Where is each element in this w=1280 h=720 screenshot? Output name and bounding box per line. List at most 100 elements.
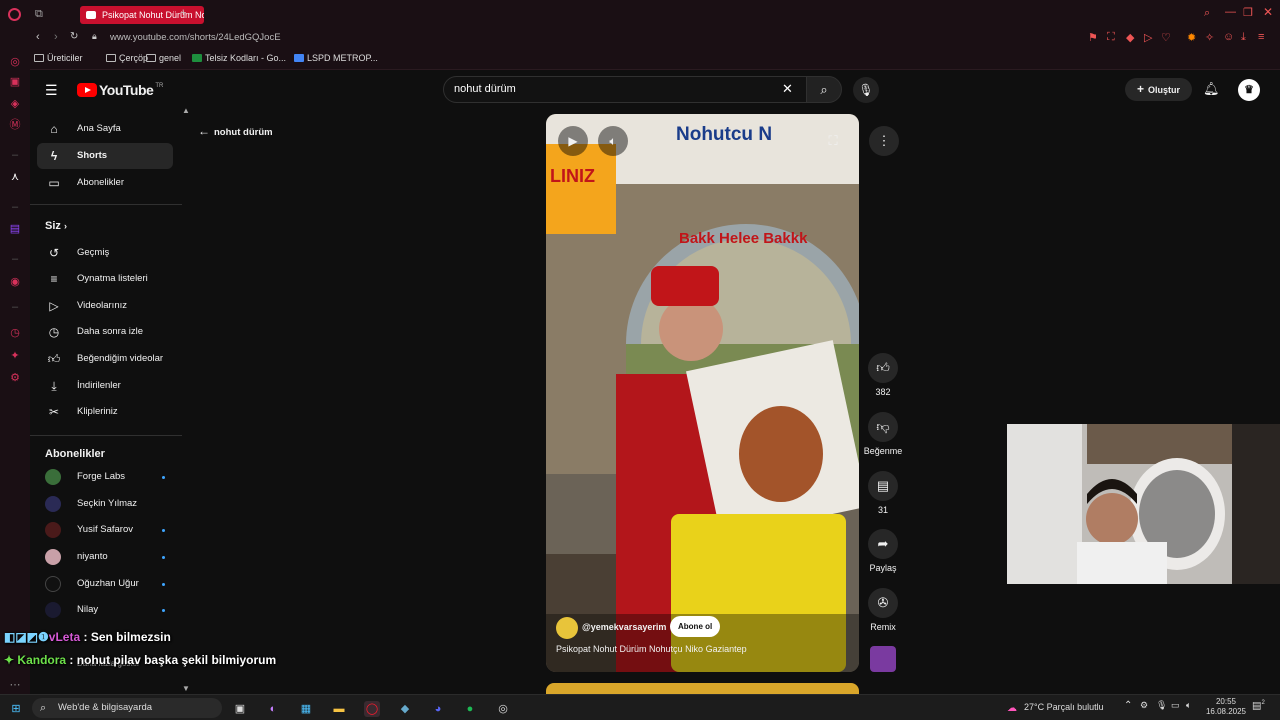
reload-icon[interactable]: ↻ bbox=[70, 31, 78, 42]
sound-thumbnail[interactable] bbox=[870, 646, 896, 672]
comments-action[interactable]: ▤ 31 bbox=[867, 471, 899, 515]
channel-handle[interactable]: @yemekvarsayerim bbox=[582, 622, 666, 632]
bookmark-folder[interactable]: Çerçöp bbox=[106, 53, 148, 63]
subscription-item[interactable]: Forge Labs bbox=[45, 467, 175, 487]
nav-history[interactable]: ↺ Geçmiş bbox=[37, 240, 173, 266]
play-button[interactable]: ▶ bbox=[558, 126, 588, 156]
weather-text[interactable]: 27°C Parçalı bulutlu bbox=[1024, 702, 1104, 712]
search-button[interactable]: ⌕ bbox=[806, 76, 842, 103]
bookmark-link[interactable]: Telsiz Kodları - Go... bbox=[192, 53, 286, 63]
search-input[interactable]: nohut dürüm bbox=[443, 76, 807, 103]
tray-app-icon[interactable]: ⚙ bbox=[1140, 700, 1148, 711]
short-video-player[interactable]: Nohutcu N Bakk Helee Bakkk LINIZ ▶ 🔈︎ ⛶ … bbox=[546, 114, 859, 672]
taskbar-search[interactable]: ⌕ Web'de & bilgisayarda bbox=[32, 698, 222, 718]
heart-icon[interactable]: ♡ bbox=[1161, 31, 1171, 44]
remix-icon[interactable]: ✇ bbox=[868, 588, 898, 618]
close-window-icon[interactable]: ✕ bbox=[1263, 5, 1273, 19]
tray-chevron-icon[interactable]: ⌃ bbox=[1124, 700, 1132, 711]
volume-button[interactable]: 🔈︎ bbox=[598, 126, 628, 156]
create-button[interactable]: + Oluştur bbox=[1125, 78, 1192, 101]
hamburger-menu-icon[interactable]: ☰ bbox=[45, 82, 58, 99]
back-to-search-link[interactable]: ← nohut dürüm bbox=[198, 124, 273, 138]
short-title[interactable]: Psikopat Nohut Dürüm Nohutçu Niko Gazian… bbox=[556, 644, 747, 654]
nav-shorts[interactable]: ϟ Shorts bbox=[37, 143, 173, 169]
scroll-down-icon[interactable]: ▼ bbox=[182, 684, 190, 693]
twitch-icon[interactable]: ▤ bbox=[8, 222, 22, 236]
thumbs-down-icon[interactable]: 👎︎ bbox=[868, 412, 898, 442]
m-app-icon[interactable]: Ⓜ bbox=[8, 118, 22, 132]
forward-icon[interactable]: › bbox=[54, 31, 58, 43]
avatar[interactable]: ♛ bbox=[1238, 79, 1260, 101]
comment-icon[interactable]: ▤ bbox=[868, 471, 898, 501]
nav-playlists[interactable]: ≡ Oynatma listeleri bbox=[37, 266, 173, 292]
subscription-item[interactable]: Seçkin Yılmaz bbox=[45, 494, 175, 514]
subscription-item[interactable]: Oğuzhan Uğur bbox=[45, 574, 175, 594]
more-options-button[interactable]: ⋮ bbox=[869, 126, 899, 156]
aria-ai-icon[interactable]: ⋏ bbox=[8, 170, 22, 184]
restore-icon[interactable]: ❐ bbox=[1243, 6, 1253, 19]
bookmark-page-icon[interactable]: ⚑ bbox=[1088, 31, 1098, 44]
back-icon[interactable]: ‹ bbox=[36, 31, 40, 43]
next-short-preview[interactable] bbox=[546, 683, 859, 694]
fullscreen-button[interactable]: ⛶ bbox=[818, 126, 848, 156]
nav-your-videos[interactable]: ▷ Videolarınız bbox=[37, 293, 173, 319]
wallet-icon[interactable]: ▣ bbox=[8, 75, 22, 89]
tray-network-icon[interactable]: ▭ bbox=[1171, 700, 1180, 711]
tray-volume-icon[interactable]: 🔈︎ bbox=[1186, 700, 1191, 711]
discord-icon[interactable]: ◕ bbox=[430, 701, 446, 717]
opera-gx-taskbar-icon[interactable]: ◯ bbox=[364, 701, 380, 717]
windows-start-icon[interactable]: ⊞ bbox=[8, 701, 24, 717]
profile-icon[interactable]: ☺ bbox=[1223, 31, 1234, 43]
subscribe-button[interactable]: Abone ol bbox=[670, 616, 721, 637]
channel-avatar[interactable] bbox=[556, 617, 578, 639]
dislike-action[interactable]: 👎︎ Beğenme bbox=[862, 412, 904, 456]
bookmark-folder[interactable]: genel bbox=[146, 53, 181, 63]
nav-downloads[interactable]: ⤓ İndirilenler bbox=[37, 373, 173, 399]
task-view-icon[interactable]: ▣ bbox=[232, 701, 248, 717]
tray-mic-icon[interactable]: 🎙︎ bbox=[1156, 700, 1167, 711]
downloads-icon[interactable]: ⤓ bbox=[1241, 31, 1246, 44]
settings-sidebar-icon[interactable]: ⚙ bbox=[8, 371, 22, 385]
you-section-title[interactable]: Siz › bbox=[45, 220, 67, 232]
more-icon[interactable]: ⋯ bbox=[8, 678, 22, 692]
snapshot-icon[interactable]: ⛶ bbox=[1107, 31, 1115, 44]
scroll-up-icon[interactable]: ▲ bbox=[182, 106, 190, 115]
clock[interactable]: 20:55 16.08.2025 bbox=[1204, 697, 1248, 717]
bookmark-folder[interactable]: Üreticiler bbox=[34, 53, 83, 63]
nav-clips[interactable]: ✂ Klipleriniz bbox=[37, 399, 173, 425]
new-tab-icon[interactable]: + bbox=[180, 7, 186, 19]
nav-liked-videos[interactable]: 👍︎ Beğendiğim videolar bbox=[37, 346, 173, 372]
obs-icon[interactable]: ◎ bbox=[495, 701, 511, 717]
extensions-icon[interactable]: ✧ bbox=[1205, 31, 1214, 44]
file-explorer-icon[interactable]: ▬ bbox=[331, 701, 347, 717]
store-icon[interactable]: ▦ bbox=[298, 701, 314, 717]
aria-icon[interactable]: ◎ bbox=[8, 55, 22, 69]
shield-icon[interactable]: ◆ bbox=[1126, 31, 1134, 44]
history-sidebar-icon[interactable]: ◷ bbox=[8, 326, 22, 340]
subscription-item[interactable]: Nilay bbox=[45, 600, 175, 620]
extensions-sidebar-icon[interactable]: ✦ bbox=[8, 349, 22, 363]
bookmark-link[interactable]: LSPD METROP... bbox=[294, 53, 378, 63]
opera-logo-icon[interactable] bbox=[8, 8, 21, 21]
nav-watch-later[interactable]: ◷ Daha sonra izle bbox=[37, 319, 173, 345]
player-icon[interactable]: ◉ bbox=[8, 275, 22, 289]
search-tabs-icon[interactable]: ⌕ bbox=[1204, 7, 1210, 20]
nav-subscriptions[interactable]: ▭ Abonelikler bbox=[37, 170, 173, 196]
spotify-icon[interactable]: ● bbox=[462, 701, 478, 717]
subscription-item[interactable]: Yusif Safarov bbox=[45, 520, 175, 540]
nav-home[interactable]: ⌂ Ana Sayfa bbox=[37, 116, 173, 142]
clear-search-icon[interactable]: ✕ bbox=[782, 81, 793, 97]
share-action[interactable]: ➦ Paylaş bbox=[867, 529, 899, 573]
minimize-icon[interactable]: — bbox=[1225, 6, 1236, 18]
play-ext-icon[interactable]: ▷ bbox=[1144, 31, 1152, 44]
menu-icon[interactable]: ≡ bbox=[1258, 31, 1264, 43]
url-field[interactable]: www.youtube.com/shorts/24LedGQJocE bbox=[110, 32, 281, 43]
youtube-logo[interactable]: YouTube TR bbox=[77, 82, 163, 98]
notifications-icon[interactable]: ▤2 bbox=[1252, 700, 1265, 711]
like-action[interactable]: 👍︎ 382 bbox=[867, 353, 899, 397]
notifications-bell-icon[interactable]: 🔔︎ bbox=[1203, 81, 1220, 97]
remix-action[interactable]: ✇ Remix bbox=[867, 588, 899, 632]
copilot-icon[interactable]: ◐ bbox=[265, 701, 281, 717]
tab-island-icon[interactable]: ⧉ bbox=[35, 8, 43, 21]
extension-fox-icon[interactable]: ✹ bbox=[1187, 31, 1196, 44]
